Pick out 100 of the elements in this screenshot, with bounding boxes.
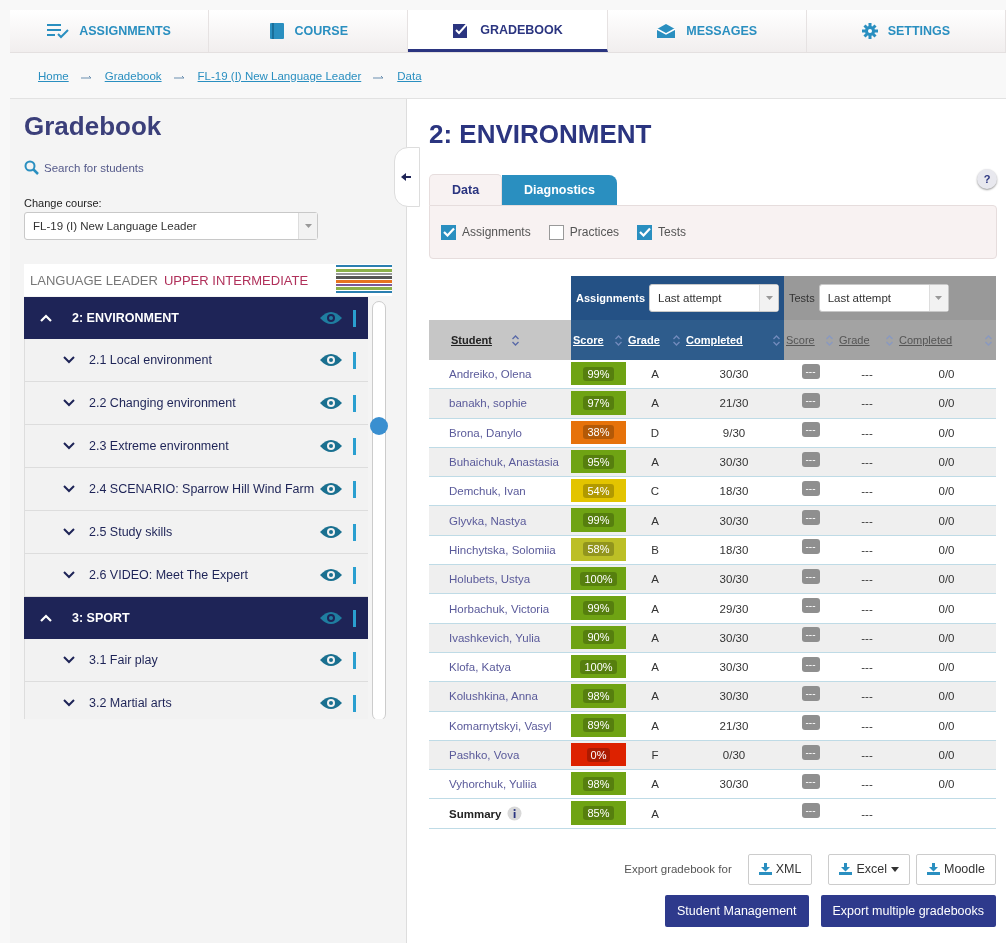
table-cell: 18/30 [719,543,749,556]
export-button[interactable]: XML [747,853,813,885]
nav-tab[interactable]: GRADEBOOK [408,10,608,52]
attempt-dropdown[interactable]: Last attempt [818,284,949,312]
score-badge: --- [801,510,820,526]
score-badge: 99% [571,596,626,620]
student-link[interactable]: Buhaichuk, Anastasia [449,456,559,469]
status-bar-icon [353,394,356,412]
caret-icon [935,296,943,300]
student-link[interactable]: Glyvka, Nastya [449,514,527,527]
sort-icon [773,334,780,346]
collapse-handle[interactable] [394,147,420,207]
unit-row[interactable]: 2: ENVIRONMENT [24,297,368,339]
table-cell: 0/0 [938,485,955,498]
scrollbar[interactable] [372,301,386,719]
student-link[interactable]: Andreiko, Olena [449,368,532,381]
eye-icon[interactable] [319,438,343,454]
help-button[interactable]: ? [977,169,997,189]
table-cell: 0/0 [938,749,955,761]
book-icon [268,22,285,40]
table-cell: --- [861,426,873,439]
breadcrumb-link[interactable]: Data [397,69,422,82]
table-cell: C [650,485,660,498]
student-link[interactable]: Vyhorchuk, Yuliia [449,778,537,791]
score-badge: 89% [571,713,626,737]
action-button[interactable]: Student Management [665,894,809,927]
student-link[interactable]: Demchuk, Ivan [449,485,526,498]
status-bar-icon [353,480,356,498]
status-bar-icon [353,566,356,584]
sort-icon [511,334,519,346]
eye-icon[interactable] [319,352,343,368]
student-link[interactable]: banakh, sophie [449,397,527,410]
attempt-dropdown[interactable]: Last attempt [649,284,780,312]
eye-icon[interactable] [319,652,343,668]
lesson-row[interactable]: 2.2 Changing environment [24,382,368,425]
eye-icon[interactable] [319,395,343,411]
checkbox[interactable] [441,224,456,240]
export-button[interactable]: Excel [828,853,910,885]
table-cell: 0/0 [938,573,955,586]
table-cell: 30/30 [719,631,749,644]
column-header[interactable]: Score [571,320,626,360]
chevron-icon [63,485,75,493]
student-link[interactable]: Kolushkina, Anna [449,690,538,703]
tab[interactable]: Data [429,174,503,205]
student-link[interactable]: Hinchytska, Solomiia [449,543,556,556]
student-link[interactable]: Holubets, Ustya [449,573,531,586]
caret-icon [891,866,899,872]
export-button[interactable]: Moodle [916,853,996,885]
eye-icon[interactable] [319,610,343,626]
lesson-row[interactable]: 2.6 VIDEO: Meet The Expert [24,554,368,597]
student-link[interactable]: Komarnytskyi, Vasyl [449,719,552,732]
student-link[interactable]: Ivashkevich, Yulia [449,631,541,644]
score-badge: --- [801,715,820,731]
breadcrumb-link[interactable]: Home [38,69,69,82]
breadcrumb-link[interactable]: FL-19 (I) New Language Leader [197,69,362,82]
breadcrumb-link[interactable]: Gradebook [104,69,162,82]
checkbox[interactable] [637,224,653,240]
score-badge: 0% [571,742,626,767]
table-cell: 0/0 [938,514,955,527]
chevron-icon [40,314,52,322]
column-header[interactable]: Completed [684,320,784,360]
lesson-row[interactable]: 3.1 Fair play [24,639,368,682]
table-cell: 0/0 [938,631,955,644]
table-cell: B [651,543,659,556]
score-badge: 98% [571,772,626,796]
search-link[interactable]: Search for students [44,161,144,174]
student-link[interactable]: Pashko, Vova [449,749,520,761]
table-cell: A [651,690,659,703]
table-cell: A [651,456,659,469]
eye-icon[interactable] [319,481,343,497]
course-dropdown[interactable]: FL-19 (I) New Language Leader [24,212,318,240]
lesson-row[interactable]: 2.1 Local environment [24,339,368,382]
table-cell: A [651,602,659,615]
table-cell: --- [861,631,873,644]
table-cell: 0/0 [938,690,955,703]
table-cell: 30/30 [719,661,749,674]
download-icon [927,863,940,876]
info-icon[interactable] [507,806,523,822]
lesson-row[interactable]: 2.4 SCENARIO: Sparrow Hill Wind Farm [24,468,368,511]
nav-tab[interactable]: SETTINGS [806,10,1006,52]
eye-icon[interactable] [319,567,343,583]
column-header[interactable]: Student [429,320,571,360]
lesson-row[interactable]: 2.5 Study skills [24,511,368,554]
score-badge: 99% [571,508,626,532]
table-cell: A [651,719,659,732]
eye-icon[interactable] [319,310,343,326]
score-badge: --- [801,392,820,408]
eye-icon[interactable] [319,524,343,540]
student-link[interactable]: Brona, Danylo [449,426,522,439]
unit-row[interactable]: 3: SPORT [24,597,368,639]
eye-icon[interactable] [319,695,343,711]
student-link[interactable]: Horbachuk, Victoria [449,602,550,615]
checkbox[interactable] [548,224,564,240]
checkbox-label: Assignments [462,225,531,239]
lesson-row[interactable]: 2.3 Extreme environment [24,425,368,468]
action-button[interactable]: Export multiple gradebooks [820,894,996,927]
summary-label: Summary [449,807,502,820]
student-link[interactable]: Klofa, Katya [449,661,511,674]
tab[interactable]: Diagnostics [502,175,617,205]
column-header[interactable]: Grade [626,320,684,360]
